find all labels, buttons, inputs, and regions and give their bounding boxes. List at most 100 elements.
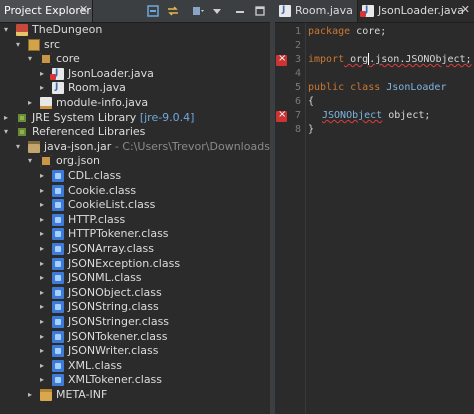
tree-item-label: CDL.class: [68, 169, 122, 182]
tree-item-label: META-INF: [56, 388, 108, 401]
expand-arrow-icon[interactable]: ▸: [40, 301, 50, 313]
expand-arrow-icon[interactable]: ▸: [28, 389, 38, 401]
code-text: {: [308, 96, 315, 107]
tree-item-label: JSONArray.class: [68, 242, 154, 255]
expand-arrow-icon[interactable]: ▾: [4, 126, 14, 138]
code-text-error: org: [344, 54, 369, 65]
package-icon: [40, 53, 52, 66]
expand-arrow-icon[interactable]: ▾: [28, 53, 38, 65]
close-icon[interactable]: ✕: [461, 3, 470, 16]
class-file-icon: [52, 170, 64, 182]
jar-icon: [28, 140, 40, 153]
code-text: core;: [350, 26, 387, 37]
class-file-icon: [52, 199, 64, 212]
expand-arrow-icon[interactable]: ▾: [16, 141, 26, 153]
library-name: JRE System Library: [32, 110, 137, 124]
tree-item-label: XMLTokener.class: [68, 373, 163, 387]
tree-item-label: Referenced Libraries: [32, 125, 146, 139]
jar-path: - C:\Users\Trevor\Downloads: [114, 139, 270, 153]
class-file-icon: [52, 330, 64, 343]
tree-item-label: HTTP.class: [68, 212, 126, 226]
tab-jsonloader-java[interactable]: JsonLoader.java ✕: [358, 0, 474, 22]
maximize-icon[interactable]: [253, 4, 267, 18]
tree-item-label: JSONStringer.class: [68, 315, 170, 328]
tree-item-label: JSONException.class: [68, 256, 181, 270]
code-line: import org.json.JSONObject;: [308, 53, 472, 67]
expand-arrow-icon[interactable]: ▸: [40, 331, 50, 343]
class-file-icon: [52, 286, 64, 299]
expand-arrow-icon[interactable]: ▸: [40, 360, 50, 372]
tree-item-label: JSONTokener.class: [68, 329, 168, 343]
expand-arrow-icon[interactable]: ▸: [40, 316, 50, 328]
project-explorer-tab[interactable]: Project Explorer ✕: [0, 0, 93, 22]
link-with-editor-icon[interactable]: [166, 4, 180, 18]
expand-arrow-icon[interactable]: ▸: [40, 199, 50, 211]
expand-arrow-icon[interactable]: ▸: [40, 345, 50, 357]
class-file-icon: [52, 228, 64, 241]
tab-room-java[interactable]: Room.java: [275, 0, 358, 22]
expand-arrow-icon[interactable]: ▸: [40, 243, 50, 255]
code-editor[interactable]: package core; import org.json.JSONObject…: [308, 23, 474, 414]
expand-arrow-icon[interactable]: ▸: [40, 258, 50, 270]
class-file-icon: [52, 345, 64, 358]
expand-arrow-icon[interactable]: ▸: [40, 170, 50, 182]
line-number: 6: [294, 96, 301, 107]
expand-arrow-icon[interactable]: ▸: [40, 287, 50, 299]
error-marker-icon[interactable]: [276, 109, 287, 122]
class-file-icon: [52, 359, 64, 372]
class-file-icon: [52, 301, 64, 314]
error-marker-icon[interactable]: [276, 53, 287, 66]
expand-arrow-icon[interactable]: ▸: [40, 272, 50, 284]
code-text: object;: [382, 110, 431, 121]
tree-item-label: Room.java: [68, 81, 126, 95]
code-line: }: [308, 123, 314, 137]
project-icon: [16, 24, 28, 36]
class-file-icon: [52, 257, 64, 270]
tree-item-label: JSONWriter.class: [68, 344, 159, 358]
expand-arrow-icon[interactable]: ▾: [28, 155, 38, 167]
expand-arrow-icon[interactable]: ▾: [4, 24, 14, 36]
code-text: }: [308, 124, 315, 135]
expand-arrow-icon[interactable]: ▸: [4, 112, 14, 124]
java-file-icon: [52, 82, 64, 95]
java-file-error-icon: [50, 67, 64, 80]
line-number: 1: [294, 26, 301, 37]
expand-arrow-icon[interactable]: ▾: [16, 39, 26, 51]
line-number: 7: [294, 110, 301, 121]
class-name: JsonLoader: [380, 82, 447, 93]
close-icon[interactable]: ✕: [79, 3, 88, 16]
source-folder-icon: [28, 38, 40, 51]
expand-arrow-icon[interactable]: ▸: [40, 214, 50, 226]
filter-icon[interactable]: [191, 4, 205, 18]
expand-arrow-icon[interactable]: ▸: [28, 97, 38, 109]
expand-arrow-icon[interactable]: ▸: [40, 82, 50, 94]
expand-arrow-icon[interactable]: ▸: [40, 185, 50, 197]
tab-label: Room.java: [295, 4, 353, 17]
code-text-error: .json.JSONObject;: [369, 54, 472, 65]
expand-arrow-icon[interactable]: ▸: [40, 374, 50, 386]
class-file-icon: [52, 184, 64, 197]
expand-arrow-icon[interactable]: ▸: [40, 68, 50, 80]
line-number: 2: [294, 40, 301, 51]
library-version: [jre-9.0.4]: [139, 110, 195, 124]
view-menu-icon[interactable]: [210, 4, 224, 18]
jar-name: java-json.jar: [44, 139, 112, 153]
tree-item-label: org.json: [56, 154, 101, 168]
tree-item-label: HTTPTokener.class: [68, 227, 169, 241]
code-line: package core;: [308, 25, 386, 39]
tree-item-label: JSONString.class: [68, 300, 159, 314]
class-file-icon: [52, 213, 64, 226]
minimize-icon[interactable]: [233, 4, 247, 18]
project-explorer-view: Project Explorer ✕ ▾ TheDungeon ▾ src ▾ cor…: [0, 0, 270, 414]
collapse-all-icon[interactable]: [146, 4, 160, 18]
tree-item-label: JSONML.class: [68, 271, 142, 285]
java-file-icon: [279, 5, 291, 17]
code-line: public class JsonLoader: [308, 81, 446, 95]
keyword: import: [308, 54, 345, 65]
line-number-gutter: 1 2 3 4 5 6 7 8: [275, 23, 306, 414]
class-file-icon: [52, 316, 64, 328]
tree-item-label: core: [56, 52, 80, 66]
tree-item-label: TheDungeon: [32, 23, 103, 36]
expand-arrow-icon[interactable]: ▸: [40, 228, 50, 240]
project-explorer-header: Project Explorer ✕: [0, 0, 270, 23]
